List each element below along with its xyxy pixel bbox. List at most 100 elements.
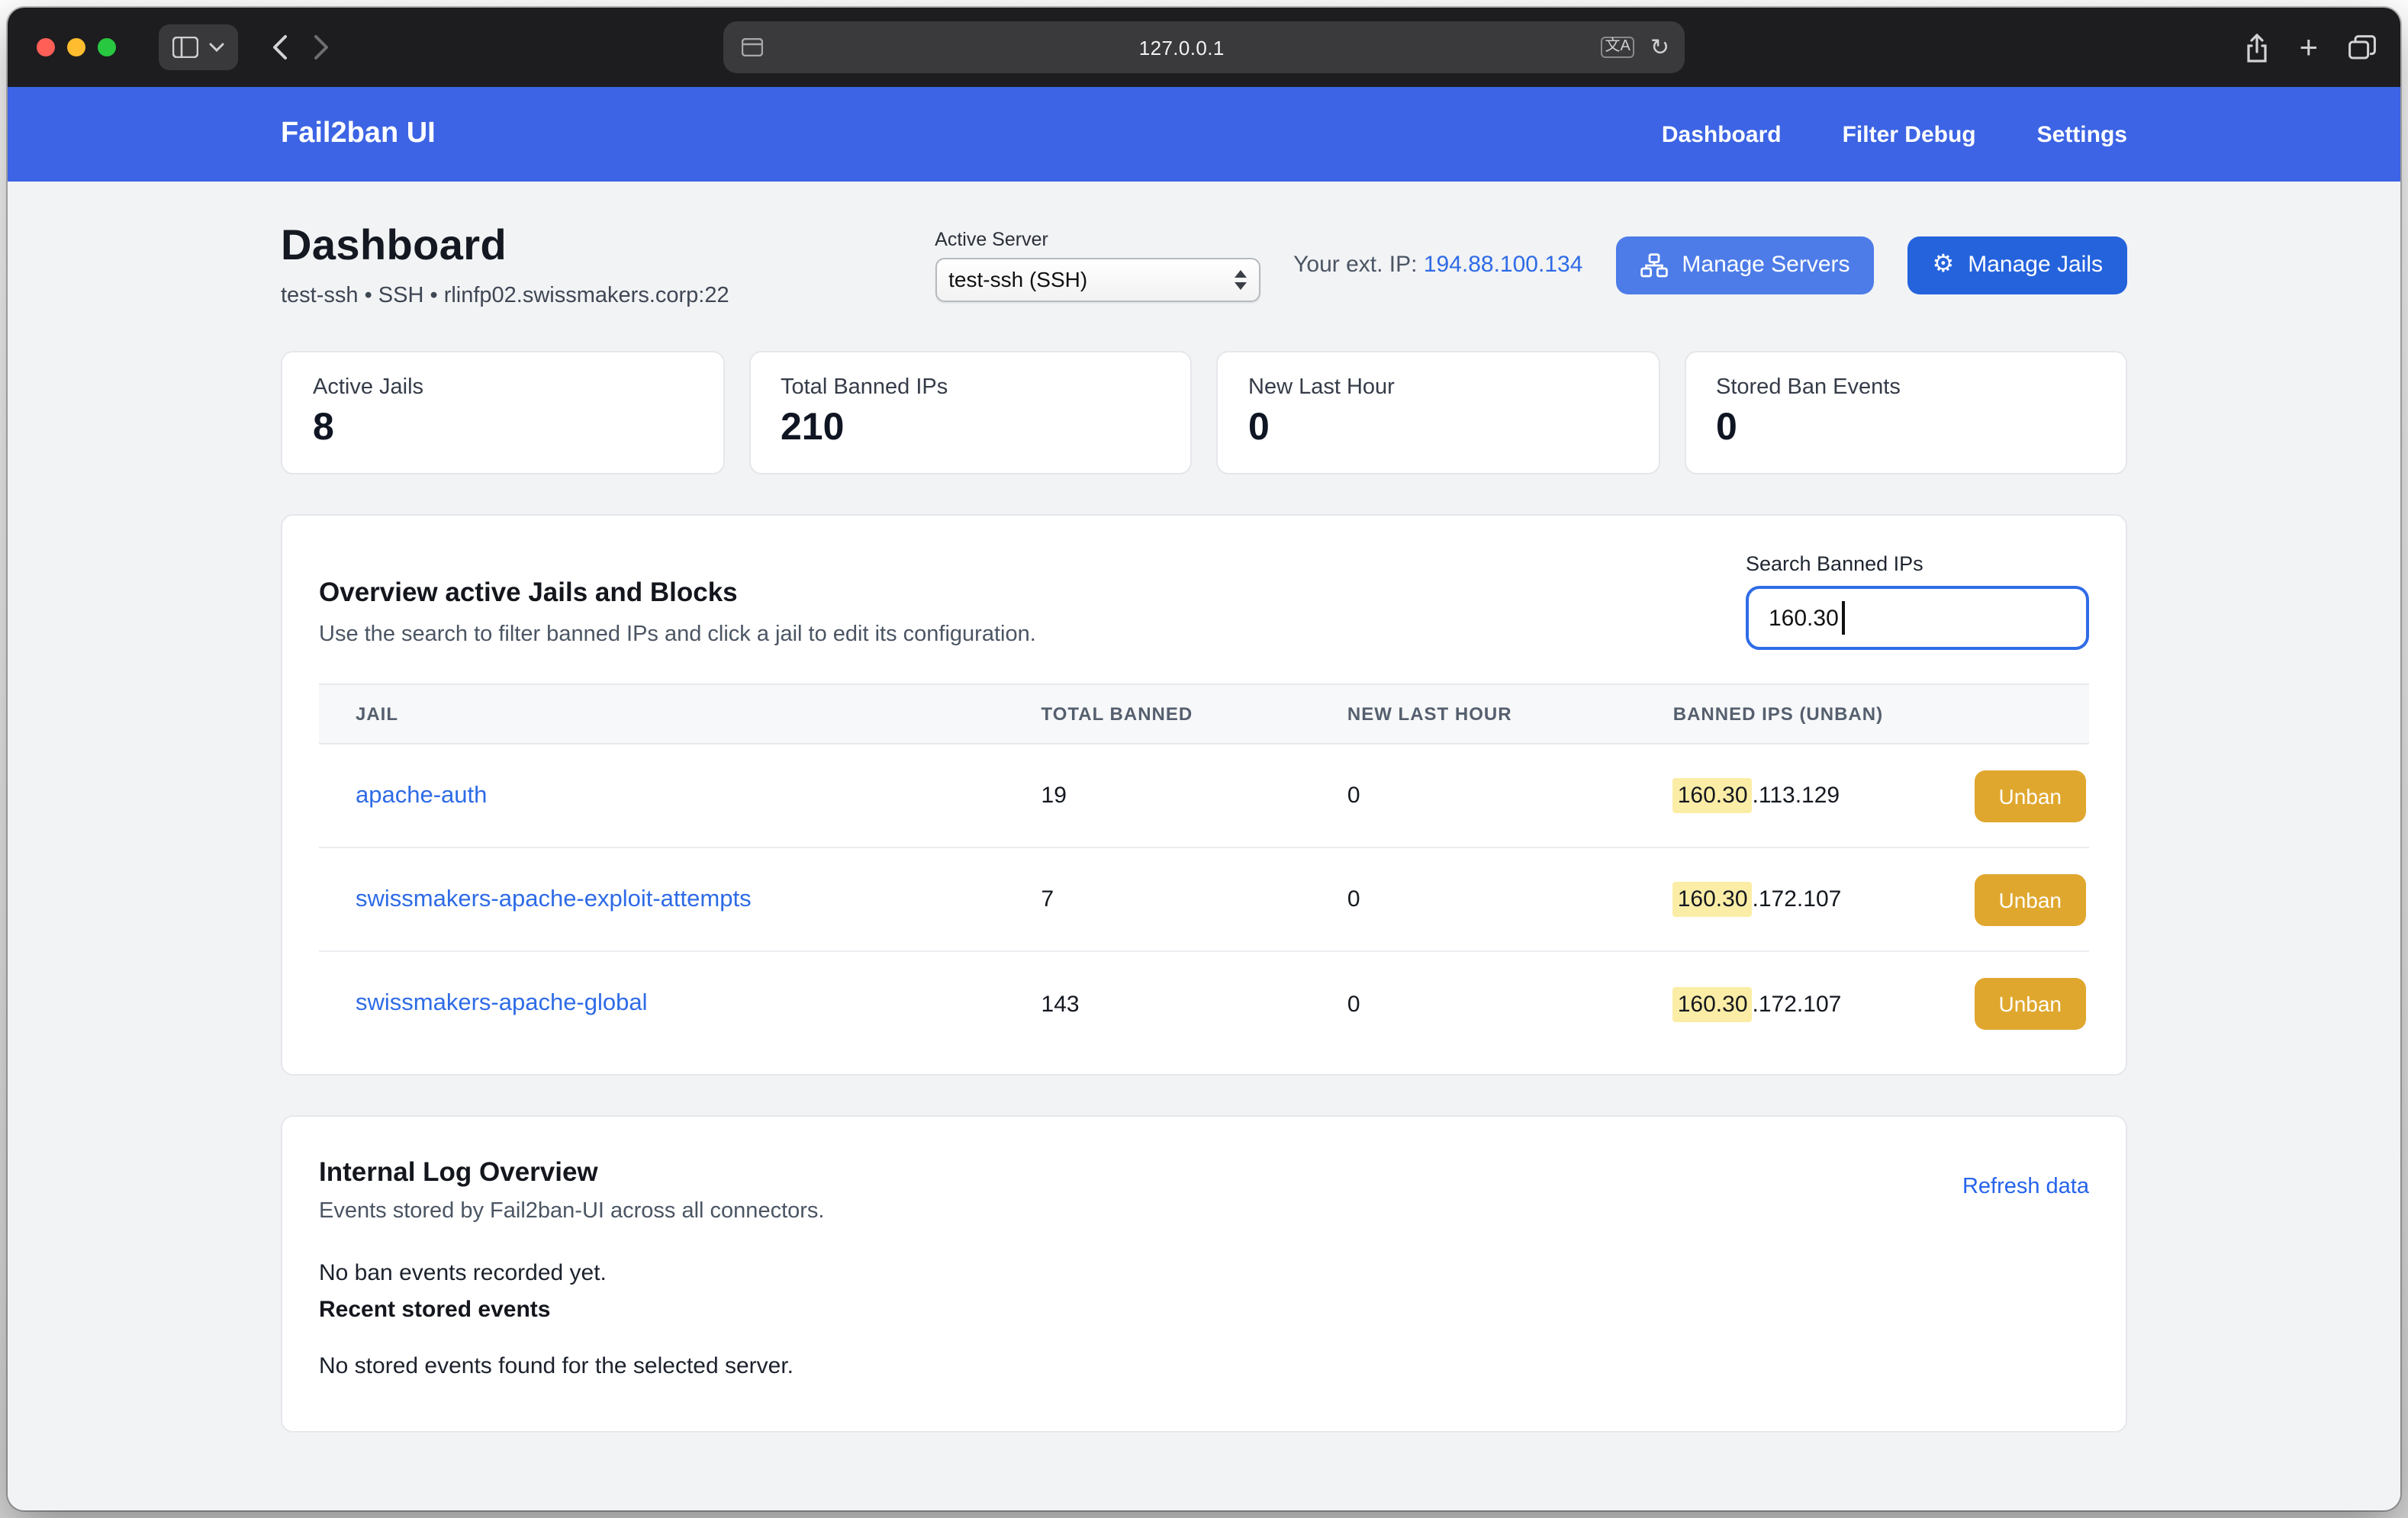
total-banned-value: 7 xyxy=(1041,886,1347,912)
gear-icon: ⚙ xyxy=(1933,252,1955,277)
back-button[interactable] xyxy=(272,34,288,61)
chevron-down-icon xyxy=(209,43,224,52)
stat-label: Active Jails xyxy=(313,375,692,400)
stat-card-total-banned: Total Banned IPs 210 xyxy=(748,351,1192,474)
table-header: Jail Total Banned New Last Hour Banned I… xyxy=(319,683,2089,745)
no-ban-events-text: No ban events recorded yet. xyxy=(319,1260,2089,1286)
banned-ip: 160.30.172.107 xyxy=(1673,882,1842,917)
forward-button[interactable] xyxy=(313,34,330,61)
header-actions: Active Server test-ssh (SSH) Your ext. I… xyxy=(935,228,2127,301)
share-icon[interactable] xyxy=(2244,33,2268,62)
search-label: Search Banned IPs xyxy=(1746,552,2089,575)
unban-button[interactable]: Unban xyxy=(1974,770,2086,822)
search-banned-ips-input[interactable] xyxy=(1746,586,2089,650)
page-title: Dashboard xyxy=(281,221,729,270)
reload-icon[interactable]: ↻ xyxy=(1650,36,1669,59)
desktop: 127.0.0.1 文A ↻ + Fail2ban UI xyxy=(0,0,2408,1518)
table-row: apache-auth 19 0 160.30.113.129 Unban xyxy=(319,745,2089,848)
table-row: swissmakers-apache-exploit-attempts 7 0 … xyxy=(319,848,2089,952)
total-banned-value: 19 xyxy=(1041,783,1347,809)
stat-card-stored-ban-events: Stored Ban Events 0 xyxy=(1684,351,2127,474)
page-subtitle: test-ssh • SSH • rlinfp02.swissmakers.co… xyxy=(281,284,729,308)
stat-label: Stored Ban Events xyxy=(1716,375,2095,400)
url-text: 127.0.0.1 xyxy=(763,36,1601,59)
stat-value: 210 xyxy=(781,406,1160,450)
app-brand: Fail2ban UI xyxy=(281,117,436,151)
banned-ip-rest: .172.107 xyxy=(1753,991,1842,1017)
text-caret xyxy=(1842,601,1844,635)
column-header-total-banned: Total Banned xyxy=(1041,685,1347,743)
select-stepper-icon xyxy=(1234,269,1246,289)
banned-ip: 160.30.113.129 xyxy=(1673,778,1840,813)
stat-label: New Last Hour xyxy=(1248,375,1627,400)
jails-overview-card: Search Banned IPs Overview active Jails … xyxy=(281,514,2127,1076)
minimize-window-button[interactable] xyxy=(67,38,85,56)
manage-servers-button[interactable]: Manage Servers xyxy=(1616,236,1874,294)
browser-window: 127.0.0.1 文A ↻ + Fail2ban UI xyxy=(8,8,2400,1510)
jail-link[interactable]: apache-auth xyxy=(356,782,487,808)
stat-card-new-last-hour: New Last Hour 0 xyxy=(1216,351,1660,474)
browser-toolbar: 127.0.0.1 文A ↻ + xyxy=(8,8,2400,87)
nav-link-settings[interactable]: Settings xyxy=(2037,121,2127,147)
address-bar[interactable]: 127.0.0.1 文A ↻ xyxy=(723,21,1685,73)
banned-ip-cell: 160.30.113.129 Unban xyxy=(1673,770,2089,822)
sidebar-toggle[interactable] xyxy=(159,24,238,70)
translate-icon[interactable]: 文A xyxy=(1601,37,1635,58)
app-navbar: Fail2ban UI Dashboard Filter Debug Setti… xyxy=(8,87,2400,182)
nav-link-filter-debug[interactable]: Filter Debug xyxy=(1843,121,1976,147)
active-server-select[interactable]: test-ssh (SSH) xyxy=(935,257,1260,301)
nav-link-dashboard[interactable]: Dashboard xyxy=(1662,121,1782,147)
no-stored-events-text: No stored events found for the selected … xyxy=(319,1353,2089,1379)
column-header-new-last-hour: New Last Hour xyxy=(1347,685,1673,743)
new-tab-icon[interactable]: + xyxy=(2299,31,2318,63)
external-ip: Your ext. IP: 194.88.100.134 xyxy=(1293,252,1582,278)
tab-overview-icon[interactable] xyxy=(2348,35,2376,59)
search-match-highlight: 160.30 xyxy=(1673,778,1753,813)
manage-jails-label: Manage Jails xyxy=(1968,252,2103,278)
refresh-data-link[interactable]: Refresh data xyxy=(1962,1175,2089,1199)
banned-ip-cell: 160.30.172.107 Unban xyxy=(1673,873,2089,925)
stat-label: Total Banned IPs xyxy=(781,375,1160,400)
log-subtitle: Events stored by Fail2ban-UI across all … xyxy=(319,1199,2089,1224)
toolbar-right: + xyxy=(2244,8,2376,87)
stat-value: 8 xyxy=(313,406,692,450)
manage-jails-button[interactable]: ⚙ Manage Jails xyxy=(1908,236,2127,294)
new-last-hour-value: 0 xyxy=(1347,783,1673,809)
history-nav xyxy=(272,34,330,61)
banned-ip-cell: 160.30.172.107 Unban xyxy=(1673,978,2089,1030)
close-window-button[interactable] xyxy=(37,38,55,56)
active-server-label: Active Server xyxy=(935,228,1260,249)
search-match-highlight: 160.30 xyxy=(1673,882,1753,917)
jail-link[interactable]: swissmakers-apache-global xyxy=(356,990,648,1016)
jails-table: Jail Total Banned New Last Hour Banned I… xyxy=(319,683,2089,1056)
manage-servers-label: Manage Servers xyxy=(1682,252,1849,278)
column-header-jail: Jail xyxy=(319,685,1041,743)
column-header-banned-ips: Banned IPs (Unban) xyxy=(1673,685,2089,743)
page-body: Dashboard test-ssh • SSH • rlinfp02.swis… xyxy=(8,182,2400,1510)
window-controls xyxy=(8,38,137,56)
search-block: Search Banned IPs xyxy=(1746,552,2089,650)
unban-button[interactable]: Unban xyxy=(1974,978,2086,1030)
stat-value: 0 xyxy=(1716,406,2095,450)
external-ip-label: Your ext. IP: xyxy=(1293,252,1417,278)
total-banned-value: 143 xyxy=(1041,991,1347,1017)
unban-button[interactable]: Unban xyxy=(1974,873,2086,925)
external-ip-value[interactable]: 194.88.100.134 xyxy=(1424,252,1583,278)
banned-ip-rest: .113.129 xyxy=(1753,783,1840,809)
banned-ip-rest: .172.107 xyxy=(1753,886,1842,912)
stat-card-active-jails: Active Jails 8 xyxy=(281,351,724,474)
stat-value: 0 xyxy=(1248,406,1627,450)
table-row: swissmakers-apache-global 143 0 160.30.1… xyxy=(319,952,2089,1056)
jail-link[interactable]: swissmakers-apache-exploit-attempts xyxy=(356,886,752,912)
page-icon xyxy=(742,38,763,56)
recent-events-title: Recent stored events xyxy=(319,1297,2089,1323)
stats-row: Active Jails 8 Total Banned IPs 210 New … xyxy=(281,351,2127,474)
title-block: Dashboard test-ssh • SSH • rlinfp02.swis… xyxy=(281,221,729,308)
address-bar-actions: 文A ↻ xyxy=(1601,36,1670,59)
search-match-highlight: 160.30 xyxy=(1673,986,1753,1021)
new-last-hour-value: 0 xyxy=(1347,886,1673,912)
log-title: Internal Log Overview xyxy=(319,1156,2089,1188)
page-header: Dashboard test-ssh • SSH • rlinfp02.swis… xyxy=(281,221,2127,308)
new-last-hour-value: 0 xyxy=(1347,991,1673,1017)
zoom-window-button[interactable] xyxy=(98,38,116,56)
